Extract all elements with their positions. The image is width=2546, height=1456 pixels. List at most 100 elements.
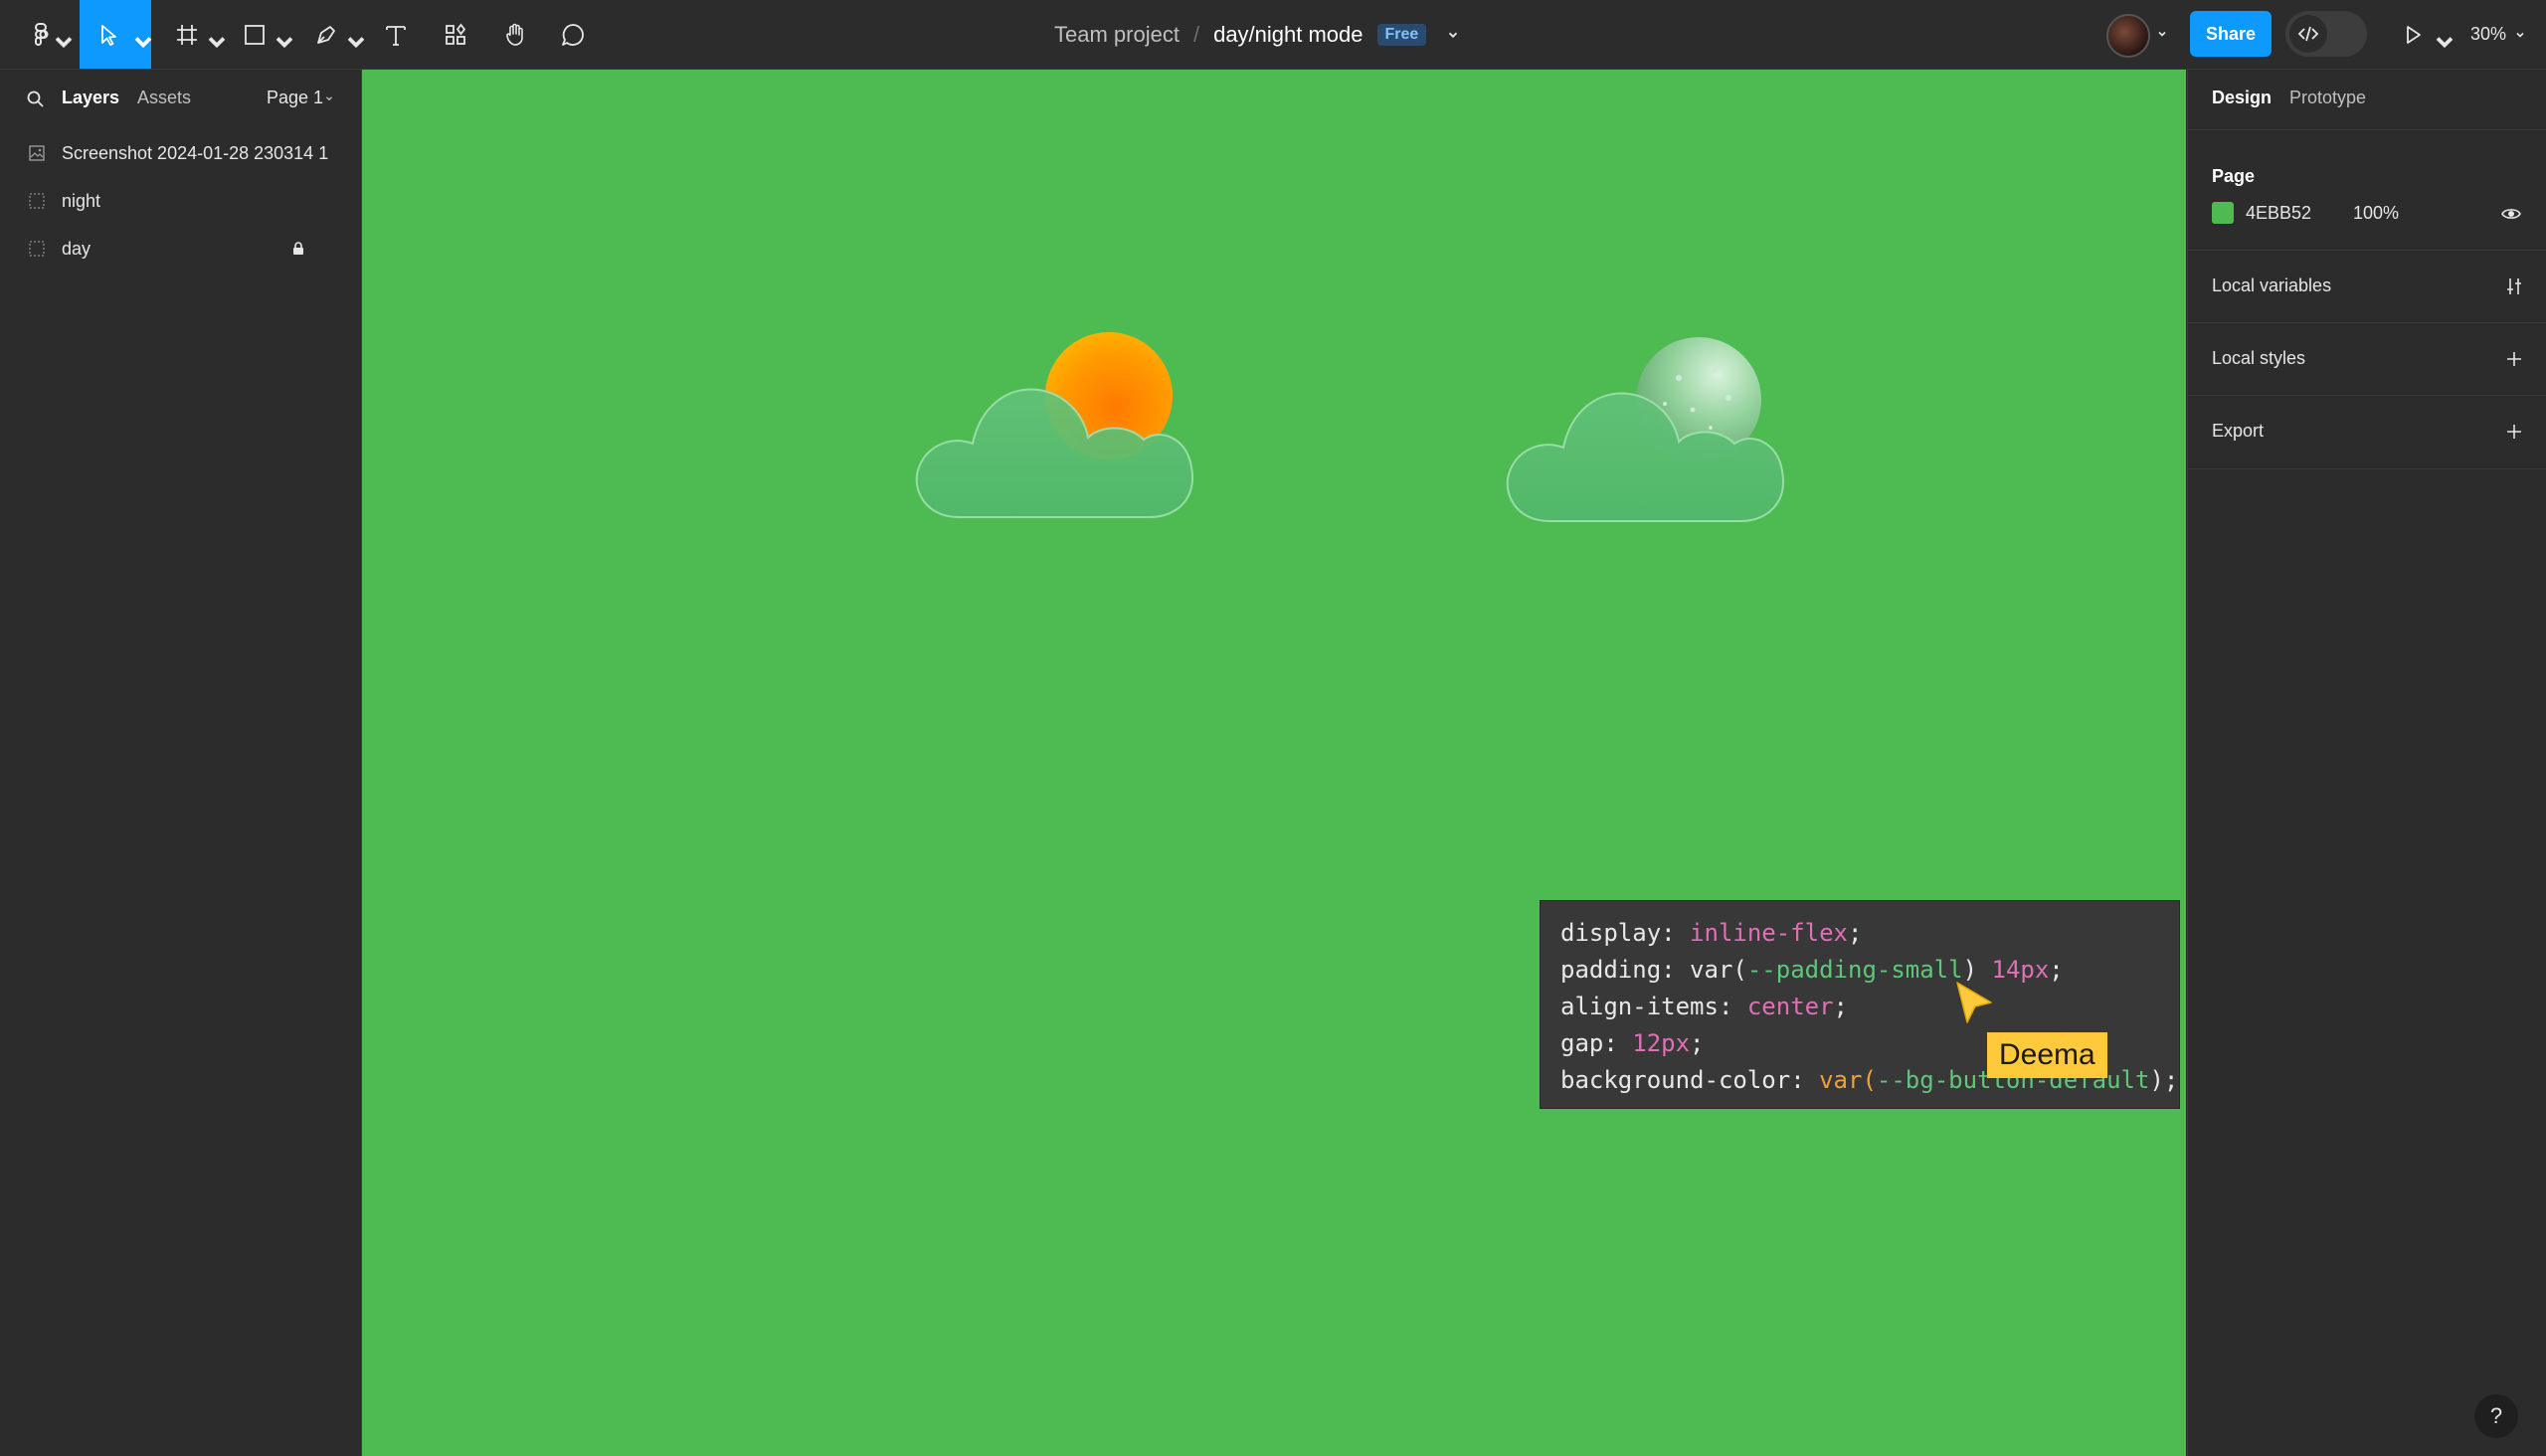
play-icon bbox=[2407, 25, 2421, 44]
code-token: ; bbox=[2049, 956, 2064, 984]
breadcrumb-project[interactable]: Team project bbox=[1054, 22, 1180, 48]
comment-bubble-icon bbox=[562, 23, 584, 46]
export-section[interactable]: Export bbox=[2188, 395, 2546, 469]
components-grid-icon bbox=[446, 23, 466, 45]
code-line: padding: var(--padding-small) 14px; bbox=[1560, 952, 2179, 989]
main-menu-button[interactable] bbox=[14, 0, 73, 69]
resources-tool-button[interactable] bbox=[436, 0, 475, 69]
chevron-down-icon[interactable] bbox=[324, 93, 334, 103]
shape-tool-button[interactable] bbox=[235, 0, 293, 69]
layer-name: day bbox=[62, 238, 91, 259]
tab-design[interactable]: Design bbox=[2212, 88, 2272, 108]
file-title: Team project / day/night mode Free bbox=[1054, 0, 1460, 69]
local-variables-section[interactable]: Local variables bbox=[2188, 250, 2546, 323]
layer-name: night bbox=[62, 190, 101, 211]
code-token: background-color: bbox=[1560, 1066, 1820, 1094]
text-t-icon bbox=[386, 25, 406, 46]
chevron-down-icon bbox=[2516, 32, 2524, 38]
code-token: align-items: bbox=[1560, 993, 1747, 1020]
hand-icon bbox=[506, 23, 523, 46]
variables-sliders-icon[interactable] bbox=[2503, 275, 2525, 297]
moon-cloud-illustration[interactable] bbox=[1480, 318, 1808, 557]
code-line: display: inline-flex; bbox=[1560, 915, 2179, 952]
code-token: 14px bbox=[1991, 956, 2050, 984]
layer-row[interactable]: Screenshot 2024-01-28 230314 1 bbox=[0, 129, 361, 177]
code-token: display: bbox=[1560, 919, 1691, 947]
share-button[interactable]: Share bbox=[2190, 11, 2272, 57]
chevron-down-icon bbox=[275, 37, 293, 49]
help-button[interactable]: ? bbox=[2474, 1394, 2518, 1438]
tab-layers[interactable]: Layers bbox=[62, 88, 119, 108]
code-token: ; bbox=[1848, 919, 1863, 947]
layer-name: Screenshot 2024-01-28 230314 1 bbox=[62, 142, 329, 163]
pen-tool-button[interactable] bbox=[306, 0, 365, 69]
page-color-hex[interactable]: 4EBB52 bbox=[2246, 203, 2311, 224]
code-brackets-icon bbox=[2297, 26, 2319, 42]
export-heading: Export bbox=[2212, 421, 2265, 441]
present-button[interactable] bbox=[2395, 0, 2454, 69]
local-styles-section[interactable]: Local styles bbox=[2188, 322, 2546, 396]
file-name[interactable]: day/night mode bbox=[1213, 22, 1363, 48]
dev-mode-toggle[interactable] bbox=[2285, 11, 2367, 57]
layer-row[interactable]: day bbox=[0, 225, 361, 273]
page-color-opacity[interactable]: 100% bbox=[2353, 203, 2399, 224]
code-token: inline-flex bbox=[1690, 919, 1848, 947]
code-token: --padding-small bbox=[1746, 956, 1963, 984]
page-selector[interactable]: Page 1 bbox=[267, 88, 323, 108]
properties-panel: Design Prototype Page 4EBB52 100% Local … bbox=[2187, 70, 2546, 1456]
text-tool-button[interactable] bbox=[376, 0, 416, 69]
code-token: ; bbox=[1833, 993, 1848, 1020]
chevron-down-icon[interactable] bbox=[1446, 28, 1460, 42]
frame-hash-icon bbox=[177, 24, 197, 45]
code-token: center bbox=[1746, 993, 1834, 1020]
local-variables-heading: Local variables bbox=[2212, 275, 2332, 295]
chevron-down-icon bbox=[55, 37, 73, 49]
code-token: gap: bbox=[1560, 1029, 1633, 1057]
lock-icon[interactable] bbox=[290, 241, 306, 257]
frame-icon bbox=[29, 193, 45, 209]
dev-mode-knob bbox=[2289, 15, 2327, 53]
frame-tool-button[interactable] bbox=[167, 0, 226, 69]
code-token: padding: var( bbox=[1560, 956, 1747, 984]
plus-icon[interactable] bbox=[2503, 421, 2525, 443]
eye-icon[interactable] bbox=[2500, 203, 2522, 225]
chevron-down-icon[interactable] bbox=[2156, 28, 2168, 40]
code-token: var( bbox=[1819, 1066, 1877, 1094]
chevron-down-icon bbox=[347, 37, 365, 49]
breadcrumb-separator: / bbox=[1192, 21, 1200, 47]
chevron-down-icon bbox=[134, 37, 152, 49]
user-avatar[interactable] bbox=[2106, 14, 2150, 58]
chevron-down-icon bbox=[208, 37, 226, 49]
code-token: 12px bbox=[1632, 1029, 1691, 1057]
plus-icon[interactable] bbox=[2503, 348, 2525, 370]
local-styles-heading: Local styles bbox=[2212, 348, 2306, 368]
sun-cloud-illustration[interactable] bbox=[889, 318, 1217, 557]
cursor-arrow-icon bbox=[101, 24, 116, 46]
comment-tool-button[interactable] bbox=[553, 0, 593, 69]
toolbar: Team project / day/night mode Free Share… bbox=[0, 0, 2546, 70]
collaborator-name-tag: Deema bbox=[1987, 1032, 2107, 1078]
chevron-down-icon bbox=[2436, 37, 2454, 49]
layers-panel: Layers Assets Page 1 Screenshot 2024-01-… bbox=[0, 70, 362, 1456]
hand-tool-button[interactable] bbox=[495, 0, 535, 69]
plan-badge: Free bbox=[1376, 23, 1427, 46]
page-color-swatch[interactable] bbox=[2212, 202, 2234, 224]
move-tool-button[interactable] bbox=[80, 0, 152, 69]
frame-icon bbox=[29, 241, 45, 257]
tab-assets[interactable]: Assets bbox=[137, 88, 191, 108]
image-icon bbox=[29, 145, 45, 161]
code-line: align-items: center; bbox=[1560, 989, 2179, 1025]
left-panel-tabs: Layers Assets Page 1 bbox=[0, 70, 361, 129]
code-token: ); bbox=[2149, 1066, 2179, 1094]
design-canvas[interactable]: display: inline-flex; padding: var(--padd… bbox=[362, 70, 2186, 1456]
zoom-label: 30% bbox=[2470, 24, 2507, 44]
zoom-menu[interactable]: 30% bbox=[2470, 0, 2526, 69]
rectangle-icon bbox=[245, 24, 265, 45]
code-token: ; bbox=[1690, 1029, 1705, 1057]
pen-icon bbox=[317, 25, 335, 44]
tab-prototype[interactable]: Prototype bbox=[2289, 88, 2366, 108]
collaborator-cursor-icon bbox=[1956, 982, 1992, 1023]
search-icon[interactable] bbox=[26, 90, 46, 109]
page-heading: Page bbox=[2212, 166, 2256, 186]
layer-row[interactable]: night bbox=[0, 177, 361, 225]
